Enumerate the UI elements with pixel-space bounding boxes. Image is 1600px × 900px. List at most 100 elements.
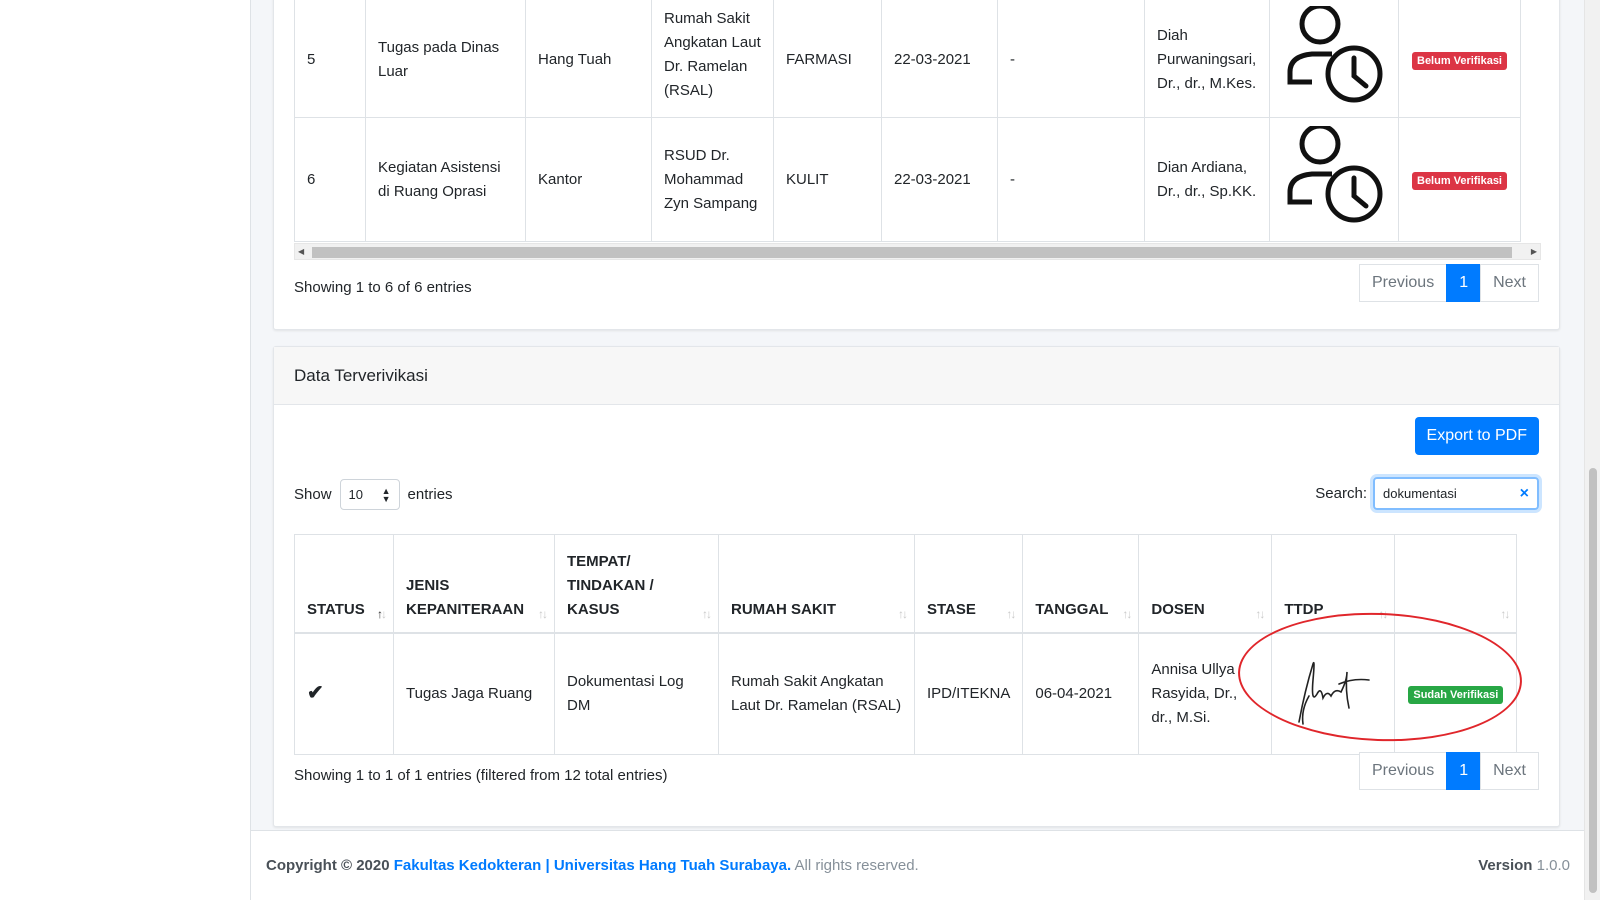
search-input[interactable]: dokumentasi × [1373,477,1539,510]
table-info: Showing 1 to 6 of 6 entries [294,279,472,296]
table-info: Showing 1 to 1 of 1 entries (filtered fr… [294,767,668,784]
dosen-cell: Diah Purwaningsari, Dr., dr., M.Kes. [1144,0,1270,118]
select-arrows-icon: ▲ ▼ [381,485,391,504]
verified-table: STATUS ↑↓ JENIS KEPANITERAAN ↑↓ TEMPAT/ … [294,534,1518,755]
check-icon: ✔ [307,681,324,704]
table-row: 6 Kegiatan Asistensi di Ruang Oprasi Kan… [294,117,1521,242]
horizontal-scrollbar[interactable]: ◀ ▶ [294,243,1541,260]
sidebar-area [0,0,250,900]
jenis-cell: Tugas pada Dinas Luar [365,0,526,118]
search-control: Search: dokumentasi × [1315,477,1539,510]
status-cell: ✔ [294,632,394,755]
header-ttdp[interactable]: TTDP ↑↓ [1271,534,1396,633]
verifikasi-cell: Sudah Verifikasi [1394,632,1518,755]
org-link[interactable]: Fakultas Kedokteran | Universitas Hang T… [394,857,791,874]
search-label: Search: [1315,485,1367,502]
scroll-right-icon[interactable]: ▶ [1531,247,1537,256]
table-row: ✔ Tugas Jaga Ruang Dokumentasi Log DM Ru… [294,632,1518,755]
rumah-sakit-cell: Rumah Sakit Angkatan Laut Dr. Ramelan (R… [718,632,915,755]
ttdp-cell [1269,0,1399,118]
stase-cell: IPD/ITEKNA [913,632,1024,755]
entries-label: entries [407,486,453,503]
clear-icon[interactable]: × [1520,485,1529,503]
jenis-cell: Kegiatan Asistensi di Ruang Oprasi [365,117,526,242]
scrollbar-thumb[interactable] [312,247,1512,258]
pending-data-card: 5 Tugas pada Dinas Luar Hang Tuah Rumah … [273,0,1560,330]
header-label: RUMAH SAKIT [731,600,836,618]
entries-value: 10 [348,487,363,502]
length-control: Show 10 ▲ ▼ entries [294,479,453,510]
tanggal-cell: 06-04-2021 [1022,632,1140,755]
row-number: 5 [294,0,366,118]
header-label: STASE [927,600,976,618]
signature-image [1291,661,1375,734]
sort-icon: ↑↓ [1006,606,1016,621]
page-1-button[interactable]: 1 [1446,752,1482,790]
next-button[interactable]: Next [1480,752,1539,790]
header-stase[interactable]: STASE ↑↓ [913,534,1024,633]
show-label: Show [294,486,332,503]
user-clock-icon [1282,3,1386,110]
table-row: 5 Tugas pada Dinas Luar Hang Tuah Rumah … [294,0,1521,118]
row-number: 6 [294,117,366,242]
tanggal-cell: 22-03-2021 [881,117,998,242]
header-verifikasi[interactable]: ↑↓ [1394,534,1518,633]
jenis-cell: Tugas Jaga Ruang [393,632,555,755]
ttdp-cell [1271,632,1396,755]
sort-icon: ↑↓ [538,606,548,621]
header-dosen[interactable]: DOSEN ↑↓ [1138,534,1273,633]
rights-text: All rights reserved. [794,857,919,874]
sort-icon: ↑↓ [1378,606,1388,621]
sort-icon: ↑↓ [1255,606,1265,621]
page-1-button[interactable]: 1 [1446,264,1482,302]
header-label: TTDP [1284,600,1324,618]
previous-button[interactable]: Previous [1358,752,1448,790]
export-pdf-button[interactable]: Export to PDF [1414,417,1539,455]
ttdp-cell [1269,117,1399,242]
header-label: DOSEN [1151,600,1205,618]
scroll-left-icon[interactable]: ◀ [298,247,304,256]
status-badge: Belum Verifikasi [1412,171,1507,190]
tanggal-cell: 22-03-2021 [881,0,998,118]
pagination: Previous 1 Next [1358,752,1539,790]
stase-cell: KULIT [773,117,882,242]
header-label: TEMPAT/ TINDAKAN / KASUS [567,552,654,618]
entries-select[interactable]: 10 ▲ ▼ [339,479,400,510]
tempat-cell: Hang Tuah [525,0,652,118]
verified-data-card: Data Terverivikasi Export to PDF Show 10… [273,346,1560,827]
dosen-cell: Dian Ardiana, Dr., dr., Sp.KK. [1144,117,1270,242]
pending-table: 5 Tugas pada Dinas Luar Hang Tuah Rumah … [294,0,1521,242]
version-value: 1.0.0 [1536,857,1570,874]
status-badge: Belum Verifikasi [1412,51,1507,70]
previous-button[interactable]: Previous [1358,264,1448,302]
content-wrapper: 5 Tugas pada Dinas Luar Hang Tuah Rumah … [250,0,1600,900]
dosen-cell: Annisa Ullya Rasyida, Dr., dr., M.Si. [1138,632,1273,755]
rumah-sakit-cell: RSUD Dr. Mohammad Zyn Sampang [651,117,774,242]
copyright-text: Copyright © 2020 [266,857,390,874]
card-title: Data Terverivikasi [274,347,1559,405]
version-label: Version [1478,857,1533,874]
status-cell: Belum Verifikasi [1398,117,1521,242]
footer: Copyright © 2020 Fakultas Kedokteran | U… [251,830,1585,900]
rumah-sakit-cell: Rumah Sakit Angkatan Laut Dr. Ramelan (R… [651,0,774,118]
dash-cell: - [997,0,1145,118]
sort-icon: ↑↓ [898,606,908,621]
vertical-scrollbar[interactable] [1584,0,1600,900]
header-jenis[interactable]: JENIS KEPANITERAAN ↑↓ [393,534,555,633]
user-clock-icon [1282,123,1386,230]
dash-cell: - [997,117,1145,242]
tempat-cell: Dokumentasi Log DM [554,632,719,755]
header-tempat[interactable]: TEMPAT/ TINDAKAN / KASUS ↑↓ [554,534,719,633]
tempat-cell: Kantor [525,117,652,242]
status-cell: Belum Verifikasi [1398,0,1521,118]
header-label: TANGGAL [1035,600,1109,618]
header-tanggal[interactable]: TANGGAL ↑↓ [1022,534,1140,633]
table-header-row: STATUS ↑↓ JENIS KEPANITERAAN ↑↓ TEMPAT/ … [294,534,1518,633]
footer-copyright: Copyright © 2020 Fakultas Kedokteran | U… [266,857,919,874]
scrollbar-thumb[interactable] [1589,468,1597,893]
sort-icon: ↑↓ [1500,606,1510,621]
pagination: Previous 1 Next [1358,264,1539,302]
next-button[interactable]: Next [1480,264,1539,302]
header-status[interactable]: STATUS ↑↓ [294,534,394,633]
header-rumah-sakit[interactable]: RUMAH SAKIT ↑↓ [718,534,915,633]
